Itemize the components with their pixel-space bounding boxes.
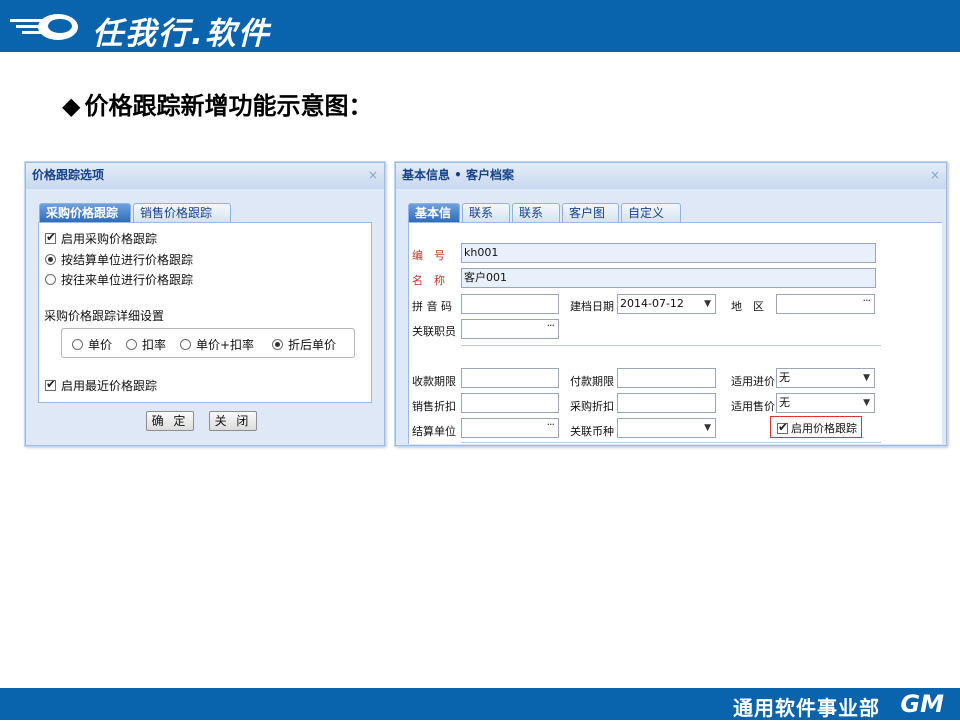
enable-purchase-tracking-checkbox[interactable]: 启用采购价格跟踪 [45, 230, 157, 247]
radio-contact-unit[interactable]: 按往来单位进行价格跟踪 [45, 271, 193, 288]
settle-unit-picker[interactable]: ··· [461, 418, 559, 438]
slide-title-text: 价格跟踪新增功能示意图： [84, 92, 373, 120]
receive-term-input[interactable] [461, 368, 559, 388]
brand-logo-icon [10, 14, 78, 40]
tab-strip: 基本信息 联系人① 联系人② 客户图片 自定义属性 [408, 203, 908, 239]
currency-select[interactable]: ▼ [617, 418, 716, 438]
radio-discounted-price[interactable]: 折后单价 [272, 336, 336, 353]
tab-purchase-tracking[interactable]: 采购价格跟踪 [39, 203, 131, 222]
customer-profile-dialog: 基本信息 • 客户档案 × 基本信息 联系人① 联系人② 客户图片 自定义属性 … [395, 162, 947, 446]
radio-unit-price[interactable]: 单价 [72, 336, 112, 353]
brand-name: 任我行.软件 [92, 16, 271, 52]
dropdown-arrow-icon: ▼ [863, 398, 870, 408]
close-icon[interactable]: × [368, 163, 378, 187]
currency-label: 关联币种 [570, 425, 614, 438]
price-tracking-dialog: 价格跟踪选项 × 采购价格跟踪 销售价格跟踪 启用采购价格跟踪 按结算单位进行价… [25, 162, 385, 446]
pinyin-label: 拼 音 码 [412, 300, 452, 313]
tab-panel: 启用采购价格跟踪 按结算单位进行价格跟踪 按往来单位进行价格跟踪 采购价格跟踪详… [38, 222, 372, 403]
receive-term-label: 收款期限 [412, 375, 456, 388]
divider [461, 442, 881, 443]
checkbox-icon [45, 230, 56, 244]
dropdown-arrow-icon: ▼ [704, 299, 711, 309]
sale-discount-input[interactable] [461, 393, 559, 413]
radio-price-plus-rate[interactable]: 单价+扣率 [180, 336, 254, 353]
name-input[interactable]: 客户001 [461, 268, 876, 288]
enable-price-tracking-checkbox[interactable]: 启用价格跟踪 [777, 420, 857, 436]
staff-picker[interactable]: ··· [461, 319, 559, 339]
close-button[interactable]: 关 闭 [209, 411, 257, 431]
gm-logo: GM [900, 690, 944, 718]
purchase-discount-label: 采购折扣 [570, 400, 614, 413]
area-label: 地 区 [731, 300, 764, 313]
settle-unit-label: 结算单位 [412, 425, 456, 438]
radio-icon [180, 339, 191, 350]
pay-term-label: 付款期限 [570, 375, 614, 388]
sale-price-select[interactable]: 无 ▼ [776, 393, 875, 413]
dialog-title: 价格跟踪选项 [26, 163, 384, 189]
pay-term-input[interactable] [617, 368, 716, 388]
tab-panel: 编 号 kh001 名 称 客户001 拼 音 码 建档日期 2014-07-1… [408, 222, 942, 444]
staff-label: 关联职员 [412, 325, 456, 338]
ellipsis-icon[interactable]: ··· [863, 295, 871, 310]
radio-settle-unit[interactable]: 按结算单位进行价格跟踪 [45, 251, 193, 268]
divider [461, 345, 881, 346]
tab-contact-2[interactable]: 联系人② [512, 203, 560, 239]
slide-title: ◆ 价格跟踪新增功能示意图： [62, 86, 372, 121]
radio-icon [45, 274, 56, 285]
code-label: 编 号 [412, 249, 445, 262]
tab-strip: 采购价格跟踪 销售价格跟踪 [39, 203, 369, 223]
buy-price-label: 适用进价 [731, 375, 775, 388]
enable-recent-tracking-checkbox[interactable]: 启用最近价格跟踪 [45, 377, 157, 394]
code-input[interactable]: kh001 [461, 243, 876, 263]
name-label: 名 称 [412, 274, 445, 287]
radio-icon [126, 339, 137, 350]
buy-price-select[interactable]: 无 ▼ [776, 368, 875, 388]
radio-icon [72, 339, 83, 350]
dialog-title: 基本信息 • 客户档案 [396, 163, 946, 189]
diamond-bullet-icon: ◆ [62, 92, 81, 120]
footer-bar: 通用软件事业部 GM [0, 688, 960, 720]
pinyin-input[interactable] [461, 294, 559, 314]
tab-sales-tracking[interactable]: 销售价格跟踪 [133, 203, 231, 222]
dropdown-arrow-icon: ▼ [704, 423, 711, 433]
radio-discount-rate[interactable]: 扣率 [126, 336, 166, 353]
detail-options-group: 单价 扣率 单价+扣率 折后单价 [61, 328, 355, 358]
price-tracking-highlight: 启用价格跟踪 [770, 416, 862, 438]
area-picker[interactable]: ··· [776, 294, 875, 314]
checkbox-icon [45, 377, 56, 391]
ellipsis-icon[interactable]: ··· [547, 320, 555, 335]
tab-contact-1[interactable]: 联系人① [462, 203, 510, 239]
detail-settings-label: 采购价格跟踪详细设置 [44, 309, 165, 323]
footer-department: 通用软件事业部 [733, 696, 880, 720]
tab-customer-image[interactable]: 客户图片 [562, 203, 619, 239]
sale-discount-label: 销售折扣 [412, 400, 456, 413]
date-label: 建档日期 [570, 300, 614, 313]
ellipsis-icon[interactable]: ··· [547, 419, 555, 434]
radio-icon [272, 339, 283, 350]
ok-button[interactable]: 确 定 [146, 411, 194, 431]
tab-basic-info[interactable]: 基本信息 [408, 203, 460, 239]
dropdown-arrow-icon: ▼ [863, 373, 870, 383]
checkbox-icon [777, 420, 788, 434]
date-select[interactable]: 2014-07-12 ▼ [617, 294, 716, 314]
tab-custom-attributes[interactable]: 自定义属性 [621, 203, 681, 239]
sale-price-label: 适用售价 [731, 400, 775, 413]
close-icon[interactable]: × [930, 163, 940, 187]
radio-icon [45, 254, 56, 265]
purchase-discount-input[interactable] [617, 393, 716, 413]
